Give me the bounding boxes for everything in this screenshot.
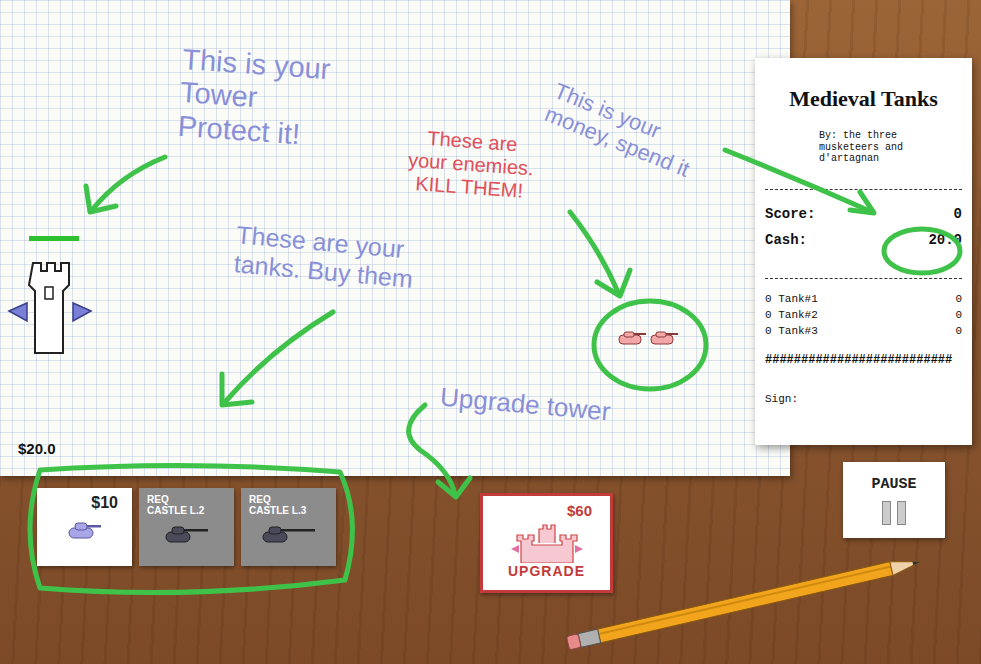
enemy-group <box>618 330 680 346</box>
annotation-note: This is yourmoney, spend it <box>541 78 702 182</box>
sign-line: Sign: <box>765 393 962 405</box>
tower-icon <box>5 261 95 356</box>
score-row: Score:0 <box>765 206 962 222</box>
tank-buy-card: REQCASTLE L.3 <box>241 488 336 566</box>
game-screen: This is yourTowerProtect it! These areyou… <box>0 0 981 664</box>
game-title: Medieval Tanks <box>765 86 962 112</box>
game-field: This is yourTowerProtect it! These areyou… <box>0 0 790 476</box>
tank-icon <box>164 524 210 544</box>
enemy-tank-icon <box>618 330 648 346</box>
tank-count-row: 0 Tank#30 <box>765 323 962 339</box>
pause-icon <box>882 501 906 525</box>
enemy-tank-icon <box>650 330 680 346</box>
pencil-icon <box>555 545 955 655</box>
upgrade-button[interactable]: $60UPGRADE <box>480 493 613 593</box>
annotation-note: Upgrade tower <box>439 383 612 428</box>
tank-icon <box>67 520 103 540</box>
annotation-note: This is yourTowerProtect it! <box>177 43 332 153</box>
castle-icon <box>507 519 587 563</box>
cash-row: Cash:20.0 <box>765 232 962 248</box>
annotation-note: These areyour enemies.KILL THEM! <box>406 126 536 204</box>
tank-buy-card: REQCASTLE L.2 <box>139 488 234 566</box>
player-tower <box>5 236 105 356</box>
credits: By: the three musketeers and d'artagnan <box>819 130 949 165</box>
receipt-divider: ########################## <box>765 353 962 367</box>
tank-count-row: 0 Tank#20 <box>765 307 962 323</box>
tower-health-bar <box>29 236 79 241</box>
pause-button[interactable]: PAUSE <box>843 462 945 538</box>
tank-buy-card[interactable]: $10 <box>37 488 132 566</box>
score-receipt: Medieval Tanks By: the three musketeers a… <box>755 58 972 445</box>
annotation-note: These are yourtanks. Buy them <box>233 220 417 293</box>
annotation-arrows <box>0 0 981 664</box>
tank-icon <box>261 524 317 544</box>
shop-bar: $10REQCASTLE L.2REQCASTLE L.3 $60UPGRADE <box>37 488 613 593</box>
money-label: $20.0 <box>18 440 56 457</box>
tank-count-row: 0 Tank#10 <box>765 291 962 307</box>
